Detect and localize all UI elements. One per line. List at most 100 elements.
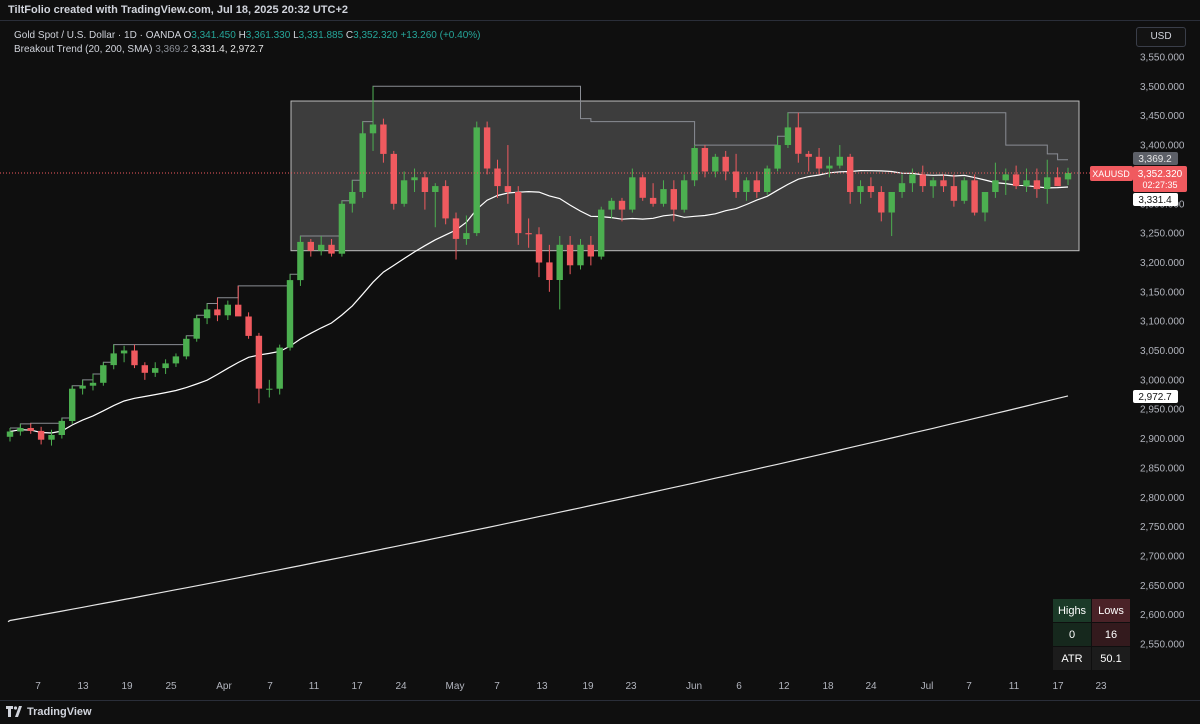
candle-body xyxy=(203,309,211,319)
candle-body xyxy=(380,124,387,154)
candle-body xyxy=(183,338,190,357)
y-tick-label: 2,950.000 xyxy=(1140,405,1185,416)
candle[interactable] xyxy=(120,345,128,363)
candle[interactable] xyxy=(89,373,97,391)
candle[interactable] xyxy=(961,177,968,204)
candle[interactable] xyxy=(172,353,180,367)
candle[interactable] xyxy=(203,303,211,325)
candle-body xyxy=(224,304,231,316)
candle-body xyxy=(432,186,439,192)
sma200-layer xyxy=(7,395,1069,623)
x-tick-label: 25 xyxy=(165,681,177,692)
candle[interactable] xyxy=(214,297,221,322)
tradingview-brand[interactable]: TradingView xyxy=(27,706,92,718)
candle[interactable] xyxy=(971,174,978,216)
time-axis[interactable]: 7 13 19 25 Apr 7 11 17 24 May 7 13 19 23 Jun 6 12 18 24 Jul… xyxy=(35,681,1107,692)
candle-body xyxy=(6,431,14,437)
candle[interactable] xyxy=(452,212,460,260)
candle[interactable] xyxy=(546,244,553,292)
candle-body xyxy=(878,192,885,213)
candle[interactable] xyxy=(535,227,543,278)
candle-body xyxy=(421,177,429,192)
price-axis[interactable]: 2,550.000 2,600.000 2,650.000 2,700.000 2,75… xyxy=(1140,53,1185,651)
candle[interactable] xyxy=(6,427,14,442)
lows-header: Lows xyxy=(1091,598,1131,623)
candle-body xyxy=(286,280,294,348)
candle[interactable] xyxy=(266,379,273,398)
candle[interactable] xyxy=(255,332,263,404)
candle[interactable] xyxy=(58,418,65,439)
candle[interactable] xyxy=(162,359,169,374)
x-tick-label: 11 xyxy=(1009,681,1020,692)
candle[interactable] xyxy=(639,174,646,201)
candle[interactable] xyxy=(110,344,117,370)
candle[interactable] xyxy=(598,206,605,260)
highs-header: Highs xyxy=(1052,598,1092,623)
candle-body xyxy=(255,335,263,389)
x-tick-label: 7 xyxy=(966,681,972,692)
indicator-line[interactable]: Breakout Trend (20, 200, SMA) 3,369.2 3,… xyxy=(14,43,481,57)
x-tick-label: Jun xyxy=(686,681,702,692)
candle[interactable] xyxy=(442,180,449,225)
x-tick-label: 7 xyxy=(267,681,273,692)
candle-body xyxy=(1044,177,1051,189)
candle[interactable] xyxy=(245,312,252,339)
x-tick-label: 23 xyxy=(1095,681,1107,692)
candle[interactable] xyxy=(390,150,397,210)
x-tick-label: 24 xyxy=(395,681,407,692)
candle-body xyxy=(681,180,688,210)
candle-body xyxy=(898,183,906,192)
candle[interactable] xyxy=(152,362,159,377)
candle-body xyxy=(1054,177,1061,187)
candle[interactable] xyxy=(338,200,346,257)
candle-body xyxy=(888,192,895,213)
candle[interactable] xyxy=(224,300,231,320)
symbol-line: Gold Spot / U.S. Dollar · 1D · OANDA O3,… xyxy=(14,29,481,43)
candle[interactable] xyxy=(131,344,138,369)
candle[interactable] xyxy=(37,426,45,445)
candle-body xyxy=(172,356,180,364)
y-tick-label: 3,550.000 xyxy=(1140,53,1185,64)
candle[interactable] xyxy=(297,236,304,286)
candle-body xyxy=(349,192,356,204)
candle[interactable] xyxy=(286,274,294,351)
candle-body xyxy=(318,244,325,251)
candle-body xyxy=(815,156,823,169)
price-chart[interactable]: 2,550.000 2,600.000 2,650.000 2,700.000 2,75… xyxy=(0,0,1200,724)
candle[interactable] xyxy=(27,423,34,434)
currency-button[interactable]: USD xyxy=(1136,27,1186,47)
candle[interactable] xyxy=(235,285,242,317)
candle[interactable] xyxy=(691,145,698,187)
candle[interactable] xyxy=(276,344,283,395)
candle-body xyxy=(639,177,646,198)
candle[interactable] xyxy=(183,335,190,360)
candle[interactable] xyxy=(79,379,86,395)
candle-body xyxy=(826,165,833,169)
x-tick-label: 12 xyxy=(778,681,790,692)
candle-body xyxy=(120,350,128,354)
candle-body xyxy=(722,156,729,172)
y-tick-label: 2,700.000 xyxy=(1140,552,1185,563)
candle[interactable] xyxy=(556,236,563,310)
candle[interactable] xyxy=(100,362,107,386)
candle[interactable] xyxy=(764,165,771,195)
candle[interactable] xyxy=(473,121,480,237)
candle[interactable] xyxy=(17,423,24,436)
y-tick-label: 3,200.000 xyxy=(1140,258,1185,269)
sma20-tag-text: 3,331.4 xyxy=(1138,195,1172,206)
candle-body xyxy=(525,233,532,235)
candle[interactable] xyxy=(483,121,491,175)
tradingview-logo-icon[interactable] xyxy=(6,706,22,718)
candle-body xyxy=(37,430,45,440)
candle-body xyxy=(732,171,740,192)
candle-body xyxy=(359,133,366,192)
candle-body xyxy=(961,180,968,201)
candle-body xyxy=(649,197,657,204)
candle[interactable] xyxy=(193,315,200,342)
candle-body xyxy=(598,209,605,257)
candle[interactable] xyxy=(69,385,76,424)
candle[interactable] xyxy=(141,362,148,380)
candle-body xyxy=(411,177,418,181)
candle-body xyxy=(857,186,864,192)
candle-body xyxy=(276,347,283,389)
